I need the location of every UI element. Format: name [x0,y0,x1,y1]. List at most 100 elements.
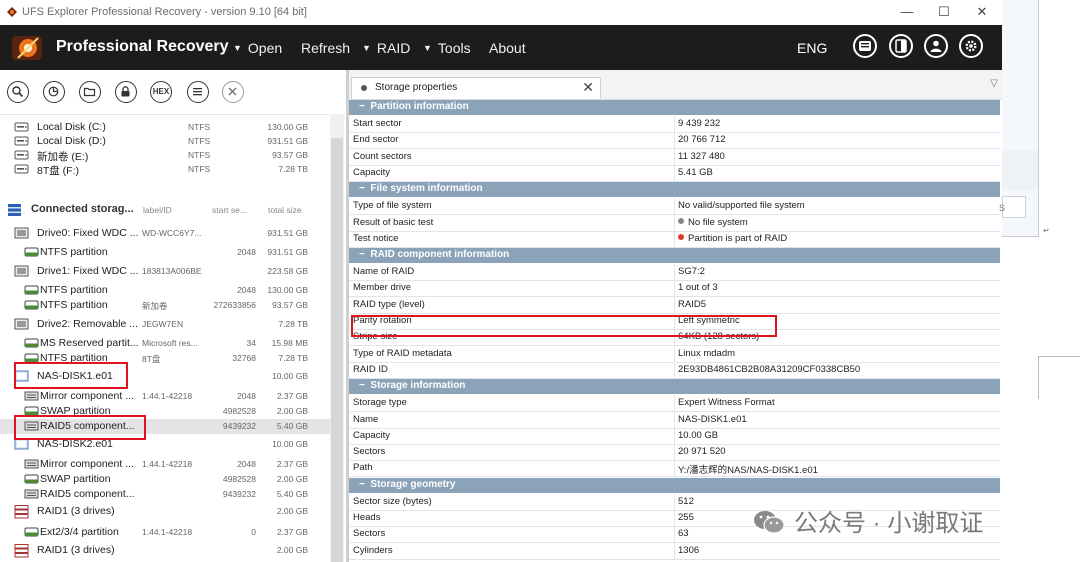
property-row[interactable]: Count sectors 11 327 480 [349,148,1000,166]
property-section-header[interactable]: − RAID component information [349,248,1000,264]
property-section-header[interactable]: − Storage information [349,379,1000,395]
raid-icon [14,505,29,519]
column-label-id[interactable]: label/ID [143,205,172,215]
storage-item-name: RAID5 component... [40,488,135,500]
property-row[interactable]: Path Y:/潘志辉的NAS/NAS-DISK1.e01 [349,460,1000,478]
column-divider [674,411,675,428]
local-disk-row[interactable]: 新加卷 (E:) NTFS 93.57 GB [0,148,330,163]
storage-item-row[interactable]: Drive1: Fixed WDC ... 183813A006BE 223.58 … [0,264,330,279]
storage-item-row[interactable]: Mirror component ... 1.44.1-42218 2048 2.37… [0,457,330,472]
property-row[interactable]: Sectors 20 971 520 [349,444,1000,462]
storage-item-row[interactable]: Drive2: Removable ... JEGW7EN 7.28 TB [0,317,330,332]
property-section-header[interactable]: − Storage geometry [349,477,1000,493]
storage-item-row[interactable]: NTFS partition 新加卷 272633856 93.57 GB [0,298,330,313]
left-scrollbar-thumb[interactable] [331,138,343,562]
storage-item-name: SWAP partition [40,473,111,485]
tab-menu-icon[interactable]: ▽ [990,78,998,89]
maximize-button[interactable]: ☐ [932,3,956,21]
search-icon[interactable] [7,81,29,103]
property-row[interactable]: Capacity 10.00 GB [349,427,1000,445]
column-total-size[interactable]: total size [268,205,302,215]
property-row[interactable]: Type of RAID metadata Linux mdadm [349,345,1000,363]
scan-icon[interactable] [43,81,65,103]
settings-icon[interactable] [959,34,983,58]
property-row[interactable]: RAID type (level) RAID5 [349,296,1000,314]
column-divider [674,264,675,281]
property-row[interactable]: Capacity 5.41 GB [349,164,1000,182]
property-row[interactable]: Test notice Partition is part of RAID [349,230,1000,248]
storage-item-row[interactable]: SWAP partition 4982528 2.00 GB [0,472,330,487]
property-key: Sector size (bytes) [353,495,432,507]
storage-item-row[interactable]: RAID1 (3 drives) 2.00 GB [0,543,330,558]
property-row[interactable]: Type of file system No valid/supported fi… [349,198,1000,216]
property-row[interactable]: End sector 20 766 712 [349,132,1000,150]
property-row[interactable]: RAID ID 2E93DB4861CB2B08A31209CF0338CB50 [349,361,1000,379]
storage-item-row[interactable]: RAID1 (3 drives) 2.00 GB [0,504,330,519]
property-row[interactable]: Result of basic test No file system [349,214,1000,232]
disk-fs: NTFS [188,136,211,146]
property-section-header[interactable]: − Partition information [349,100,1000,115]
property-row[interactable]: Start sector 9 439 232 [349,116,1000,133]
tab-bar: Storage properties ✕ ▽ [349,70,1002,100]
storage-item-size: 223.58 GB [267,266,308,276]
property-key: Capacity [353,429,390,441]
tab-close-icon[interactable]: ✕ [582,79,594,96]
storage-item-size: 10.00 GB [272,371,308,381]
storage-item-name: Drive0: Fixed WDC ... [37,227,139,239]
minimize-button[interactable]: — [895,3,919,21]
storage-item-row[interactable]: Ext2/3/4 partition 1.44.1-42218 0 2.37 GB [0,525,330,540]
menu-refresh[interactable]: Refresh [301,40,350,56]
hex-icon[interactable]: HEX [150,81,172,103]
partition-icon [24,246,39,258]
panel-icon[interactable] [853,34,877,58]
storage-item-row[interactable]: Drive0: Fixed WDC ... WD-WCC6Y7... 931.51 … [0,226,330,241]
menu-open[interactable]: ▼ Open [233,40,282,56]
property-key: Test notice [353,232,399,244]
storage-item-row[interactable]: Mirror component ... 1.44.1-42218 2048 2.37… [0,389,330,404]
property-row[interactable]: Storage type Expert Witness Format [349,395,1000,413]
property-row[interactable]: Name NAS-DISK1.e01 [349,411,1000,429]
background-field [1002,196,1026,218]
property-row[interactable]: Cylinders 1306 [349,542,1000,560]
column-divider [674,116,675,132]
language-selector[interactable]: ENG [797,40,827,56]
storage-item-label: JEGW7EN [142,319,184,329]
storage-item-start: 2048 [237,459,256,469]
storage-item-row[interactable]: NTFS partition 2048 931.51 GB [0,245,330,260]
property-key: Name [353,413,379,425]
user-icon[interactable] [924,34,948,58]
property-value: No valid/supported file system [678,200,805,212]
menu-raid[interactable]: ▼ RAID [362,40,410,56]
partition-icon [24,337,39,349]
list-icon[interactable] [187,81,209,103]
storage-stack-icon [8,204,21,216]
section-title: − Storage geometry [359,478,456,490]
property-row[interactable]: Name of RAID SG7:2 [349,264,1000,282]
property-row[interactable]: Member drive 1 out of 3 [349,280,1000,298]
property-value: 2E93DB4861CB2B08A31209CF0338CB50 [678,363,861,375]
tab-storage-properties[interactable]: Storage properties ✕ [351,77,601,99]
local-disk-row[interactable]: 8T盘 (F:) NTFS 7.28 TB [0,162,330,177]
storage-item-row[interactable]: RAID5 component... 9439232 5.40 GB [0,487,330,502]
close-window-button[interactable]: ✕ [970,3,994,21]
column-divider [674,526,675,543]
local-disk-row[interactable]: Local Disk (C:) NTFS 130.00 GB [0,120,330,135]
component-icon [24,390,39,402]
property-section-header[interactable]: − File system information [349,182,1000,198]
disk-name: Local Disk (C:) [37,121,106,133]
storage-item-row[interactable]: MS Reserved partit... Microsoft res... 34 1… [0,336,330,351]
lock-icon[interactable] [115,81,137,103]
local-disk-row[interactable]: Local Disk (D:) NTFS 931.51 GB [0,134,330,149]
property-value: 11 327 480 [678,150,725,162]
menu-tools[interactable]: ▼ Tools [423,40,471,56]
menu-about[interactable]: About [489,40,526,56]
folder-icon[interactable] [79,81,101,103]
left-scrollbar[interactable] [330,114,344,562]
storage-item-start: 4982528 [222,406,256,416]
property-key: RAID type (level) [353,298,425,310]
layout-icon[interactable] [889,34,913,58]
storage-item-row[interactable]: NTFS partition 2048 130.00 GB [0,283,330,298]
left-toolbar: HEX [0,70,345,115]
close-icon[interactable] [222,81,244,103]
column-start-sector[interactable]: start se... [212,205,247,215]
